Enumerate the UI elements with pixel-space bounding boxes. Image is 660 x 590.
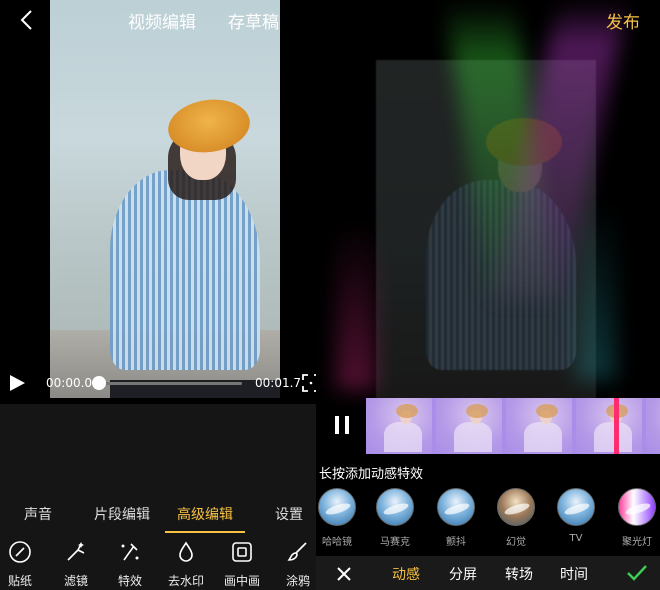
checkmark-icon[interactable] [626,564,648,582]
timeline-frame [436,398,502,454]
timeline-frame [576,398,642,454]
effect-thumbnail [497,488,535,526]
doodle-icon [287,542,307,561]
effect-label: 幻觉 [506,537,526,548]
effect-thumbnail [618,488,656,526]
video-editor-panel: 视频编辑 存草稿 00:00.0 00:01.7 声音 片段编辑 高级编辑 设置 [0,0,330,590]
effect-shake[interactable]: 颤抖 [433,488,479,548]
effect-label: 哈哈镜 [322,537,352,548]
tool-label: 画中画 [223,574,260,588]
timeline-frame [366,398,432,454]
tab-sound[interactable]: 声音 [24,504,52,524]
timeline-playhead[interactable] [614,398,619,454]
tab-dynamic[interactable]: 动感 [392,564,420,584]
effect-spotlight[interactable]: 聚光灯 [614,488,660,548]
sticker-icon [9,541,31,563]
save-draft-button[interactable]: 存草稿 [228,8,279,33]
effect-tv[interactable]: TV [553,488,599,544]
tool-sticker[interactable]: 贴纸 [0,540,46,589]
tool-picture-in-picture[interactable]: 画中画 [216,540,268,589]
picture-in-picture-icon [232,542,252,562]
tab-split-screen[interactable]: 分屏 [449,564,477,584]
effects-editor-panel: 发布 长按添加动感特效 哈哈镜 马赛克 颤抖 幻觉 TV 聚光灯 动感 分屏 转… [316,0,660,590]
timeline-frame [646,398,660,454]
tab-transition[interactable]: 转场 [505,564,533,584]
effects-bottom-bar: 动感 分屏 转场 时间 [316,556,660,590]
tool-effects[interactable]: 特效 [104,540,156,589]
remove-watermark-icon [179,541,193,562]
tool-bar: 贴纸 滤镜 特效 去水印 画中画 涂鸦 [0,540,316,590]
spotlight-beam-pink [336,220,376,390]
effects-list: 哈哈镜 马赛克 颤抖 幻觉 TV 聚光灯 [316,488,660,550]
progress-thumb[interactable] [92,376,106,390]
video-preview[interactable] [50,0,280,398]
effect-label: 颤抖 [446,537,466,548]
current-time: 00:00.0 [46,376,93,390]
effect-thumbnail [437,488,475,526]
tab-settings[interactable]: 设置 [275,504,303,524]
page-title: 视频编辑 [128,13,196,33]
effect-funhouse-mirror[interactable]: 哈哈镜 [316,488,360,548]
spotlight-beam-teal [576,200,616,380]
tool-filter[interactable]: 滤镜 [50,540,102,589]
publish-button[interactable]: 发布 [606,8,640,33]
back-icon[interactable] [18,9,38,31]
effect-thumbnail [318,488,356,526]
filter-icon [67,542,85,561]
tab-time[interactable]: 时间 [560,564,588,584]
tool-label: 去水印 [167,574,204,588]
progress-track[interactable] [96,382,242,385]
effect-illusion[interactable]: 幻觉 [493,488,539,548]
total-time: 00:01.7 [255,376,302,390]
active-tab-indicator [165,531,245,533]
tab-segment-edit[interactable]: 片段编辑 [94,504,150,524]
effect-label: 马赛克 [380,537,410,548]
tool-remove-watermark[interactable]: 去水印 [160,540,212,589]
effect-mosaic[interactable]: 马赛克 [372,488,418,548]
effects-icon [121,543,139,561]
edit-tabs: 声音 片段编辑 高级编辑 设置 [0,504,316,528]
effect-thumbnail [376,488,414,526]
tool-label: 滤镜 [63,574,88,588]
play-icon[interactable] [8,374,26,392]
effect-label: 聚光灯 [622,537,652,548]
tool-label: 特效 [117,574,142,588]
effect-label: TV [569,533,583,544]
timeline-frame [506,398,572,454]
pause-icon[interactable] [332,414,352,436]
preview-dress [110,170,260,370]
tool-label: 贴纸 [7,574,32,588]
tab-advanced-edit[interactable]: 高级编辑 [177,504,233,524]
effect-thumbnail [557,488,595,526]
effects-hint: 长按添加动感特效 [319,467,424,482]
close-icon[interactable] [336,566,352,582]
